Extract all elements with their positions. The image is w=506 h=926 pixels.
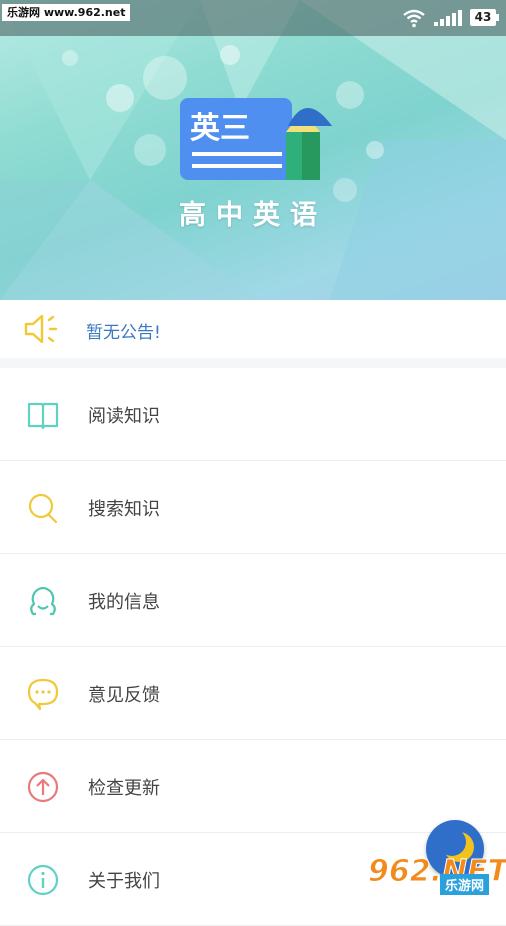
menu-item-label: 阅读知识 [88,406,160,427]
moon-cutout [438,828,466,856]
menu-item-label: 检查更新 [88,778,160,799]
app-logo: 英三 [180,98,332,180]
status-bar: 乐游网 www.962.net 43 [0,0,506,36]
battery-indicator: 43 [470,9,499,26]
search-icon [28,493,58,524]
site-watermark-badge: 962.NET 乐游网 [367,818,506,896]
announcement-text: 暂无公告! [86,323,161,343]
menu-item-label: 意见反馈 [88,685,160,706]
user-icon [30,586,56,616]
info-icon [27,864,59,896]
menu-item-label: 关于我们 [88,871,160,892]
svg-text:英三: 英三 [190,111,250,146]
announcement-bar[interactable]: 暂无公告! [0,300,506,358]
speaker-icon [24,314,58,344]
hero-banner: 英三 高中英语 [0,0,506,300]
menu-item-my-info[interactable]: 我的信息 [0,554,506,647]
wifi-icon [403,9,425,28]
menu-item-label: 搜索知识 [88,499,160,520]
signal-icon [434,10,462,26]
menu-item-feedback[interactable]: 意见反馈 [0,647,506,740]
watermark-label: 乐游网 www.962.net [2,4,131,21]
menu-item-reading[interactable]: 阅读知识 [0,368,506,461]
menu-item-search[interactable]: 搜索知识 [0,461,506,554]
app-title: 高中英语 [179,200,327,231]
menu-item-label: 我的信息 [88,592,160,613]
arrow-up-circle-icon [27,771,59,803]
watermark-cn-text: 乐游网 [440,874,490,895]
book-icon [27,402,59,430]
chat-bubble-icon [27,678,59,711]
